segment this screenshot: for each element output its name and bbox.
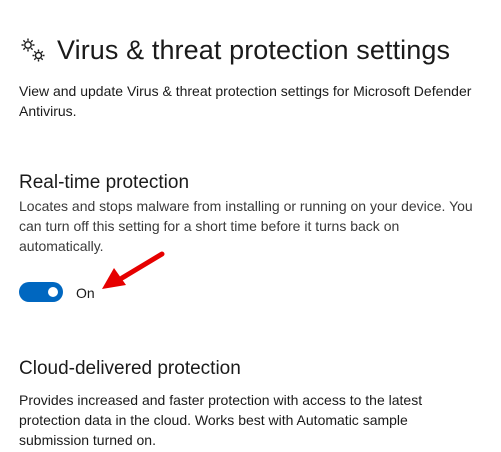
cloud-protection-title: Cloud-delivered protection — [19, 358, 241, 379]
realtime-protection-title: Real-time protection — [19, 172, 190, 193]
cloud-protection-description: Provides increased and faster protection… — [19, 390, 422, 450]
description-line: Provides increased and faster protection… — [19, 392, 423, 408]
page-header: Virus & threat protection settings — [19, 30, 450, 70]
annotation-arrow-icon — [102, 251, 165, 289]
page-title: Virus & threat protection settings — [57, 34, 451, 65]
settings-page: Virus & threat protection settings View … — [0, 0, 501, 452]
page-description: View and update Virus & threat protectio… — [19, 83, 472, 119]
description-line: Locates and stops malware from installin… — [19, 198, 473, 214]
toggle-state-label: On — [76, 285, 95, 301]
description-line: protection data in the cloud. Works best… — [19, 412, 408, 428]
realtime-protection-description: Locates and stops malware from installin… — [19, 196, 473, 256]
description-line: can turn off this setting for a short ti… — [19, 218, 400, 234]
realtime-protection-toggle-row: On — [19, 281, 95, 303]
realtime-protection-toggle[interactable] — [19, 282, 63, 302]
toggle-knob — [48, 287, 58, 297]
description-line: automatically. — [19, 238, 104, 254]
gears-icon — [21, 38, 45, 62]
description-line: submission turned on. — [19, 432, 156, 448]
